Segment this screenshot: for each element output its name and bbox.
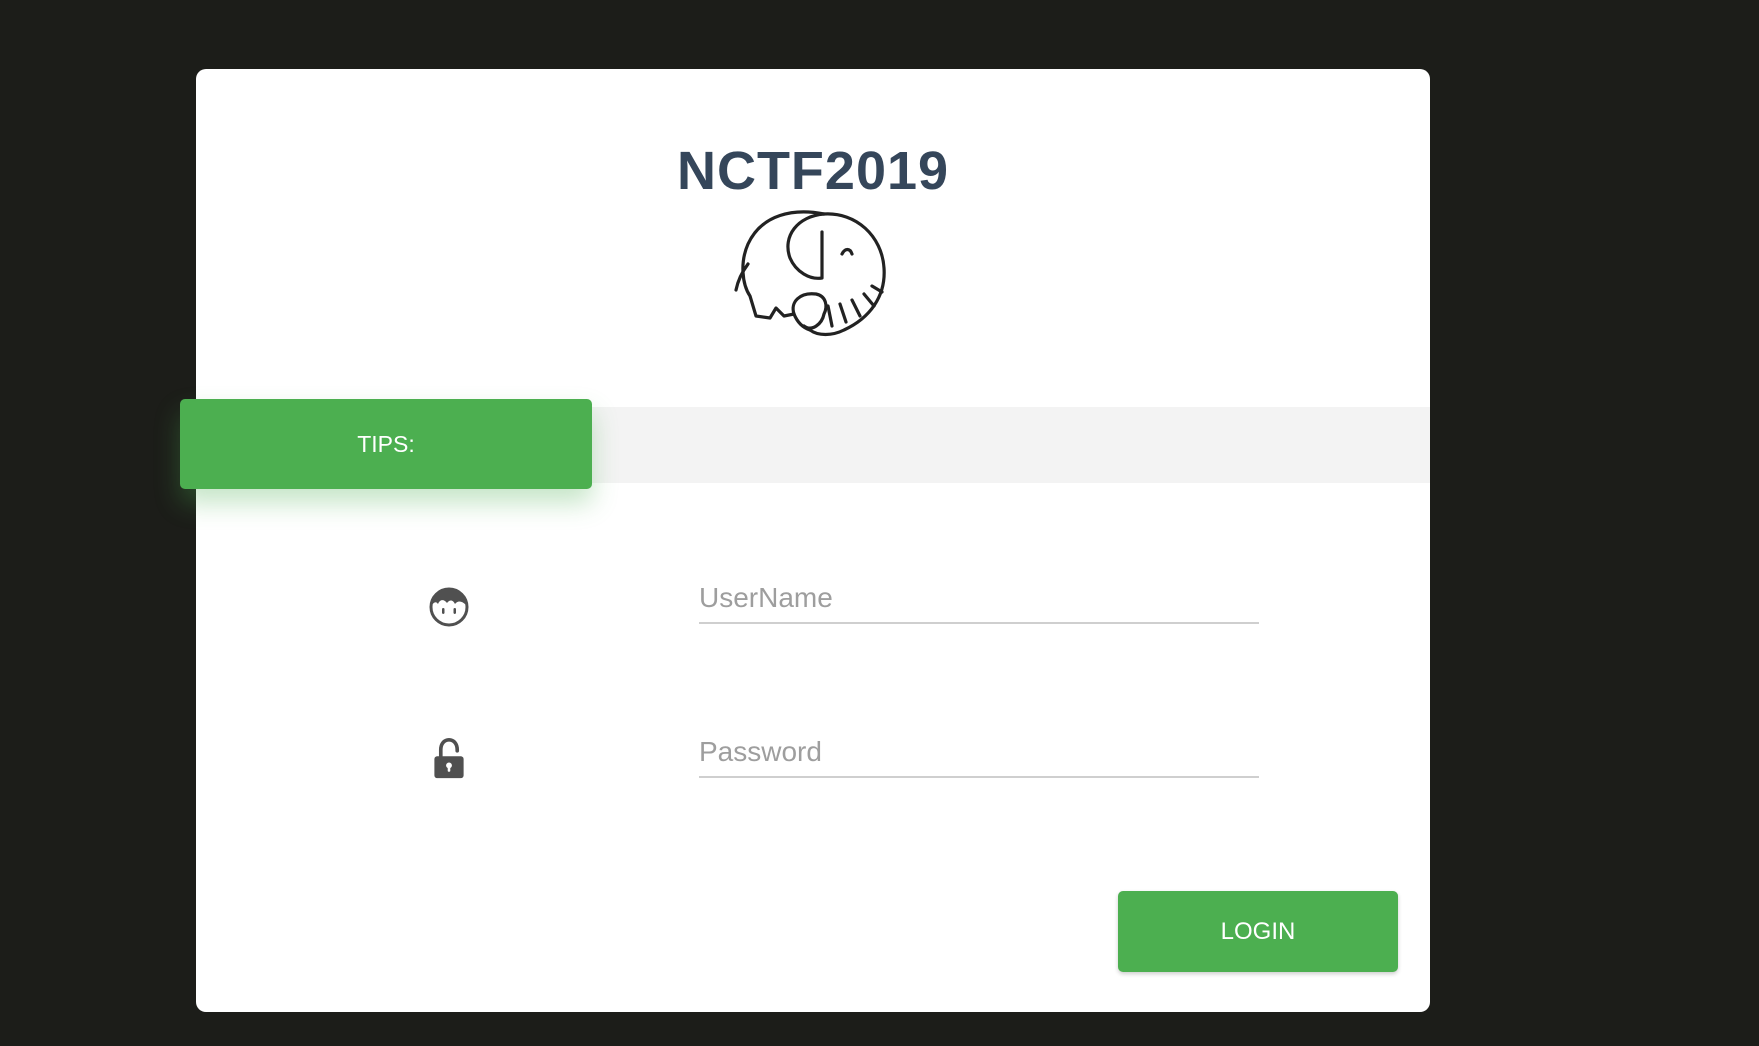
user-face-icon <box>429 587 469 627</box>
elephant-icon <box>734 210 886 337</box>
login-button[interactable]: LOGIN <box>1118 891 1398 972</box>
tips-tab: TIPS: <box>180 399 592 489</box>
login-card: NCTF2019 <box>196 69 1430 1012</box>
unlock-icon <box>434 738 464 779</box>
password-input[interactable] <box>699 728 1259 778</box>
tips-label: TIPS: <box>357 430 415 457</box>
username-input[interactable] <box>699 574 1259 624</box>
page-title: NCTF2019 <box>676 141 950 201</box>
